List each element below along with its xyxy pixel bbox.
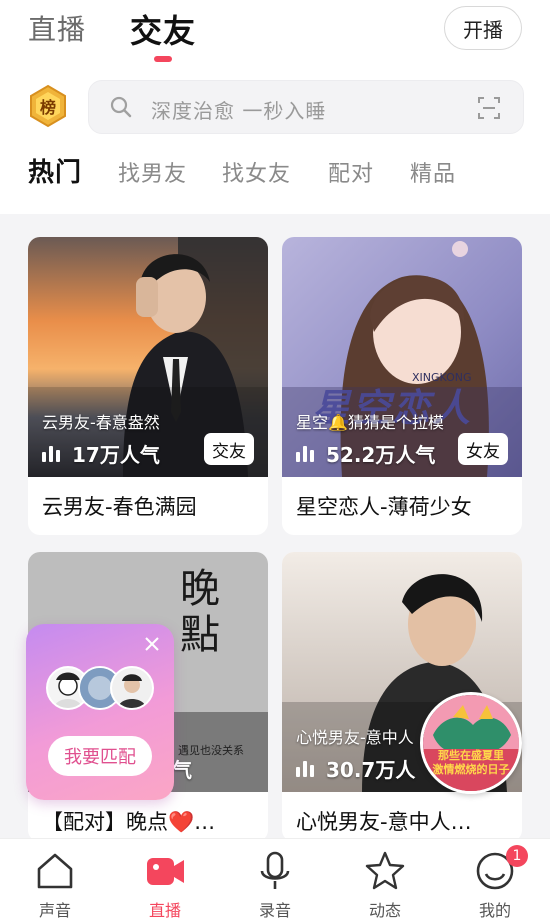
notification-badge: 1 bbox=[506, 845, 528, 867]
nav-mine[interactable]: 1 我的 bbox=[440, 845, 550, 921]
nav-moments[interactable]: 动态 bbox=[330, 849, 440, 921]
category-pairing[interactable]: 配对 bbox=[328, 156, 374, 188]
popularity-count: 30.7万人 bbox=[326, 758, 416, 782]
room-card[interactable]: 星空恋人 XINGKONG 星空🔔猜猜是个拉模 52.2万人气 女友 星空恋人-… bbox=[282, 237, 522, 535]
category-find-girlfriend[interactable]: 找女友 bbox=[222, 156, 291, 188]
close-icon[interactable] bbox=[144, 636, 160, 652]
room-tag: 女友 bbox=[458, 433, 508, 465]
popularity-count: 52.2万人气 bbox=[326, 443, 436, 467]
nav-sound[interactable]: 声音 bbox=[0, 849, 110, 921]
category-find-boyfriend[interactable]: 找男友 bbox=[118, 156, 187, 188]
nav-label: 我的 bbox=[478, 901, 511, 920]
nav-label: 直播 bbox=[148, 901, 181, 920]
cover-subtitle: XINGKONG bbox=[412, 371, 472, 384]
nav-label: 录音 bbox=[258, 901, 291, 920]
bottom-nav: 声音 直播 录音 动态 1 我的 bbox=[0, 838, 550, 924]
popularity-count: 17万人气 bbox=[72, 443, 160, 467]
room-name: 云男友-春色满园 bbox=[42, 495, 197, 519]
signal-bars-icon bbox=[42, 445, 62, 462]
scan-icon[interactable] bbox=[477, 96, 501, 120]
video-icon bbox=[147, 858, 184, 885]
house-icon bbox=[37, 853, 73, 889]
rank-badge-label: 榜 bbox=[39, 98, 56, 117]
category-selected[interactable]: 精品 bbox=[410, 156, 456, 188]
nav-label: 动态 bbox=[368, 901, 401, 920]
active-tab-indicator bbox=[154, 56, 172, 62]
microphone-icon bbox=[260, 851, 290, 889]
room-subtitle: 心悦男友-意中人 bbox=[296, 728, 414, 747]
nav-label: 声音 bbox=[38, 901, 71, 920]
signal-bars-icon bbox=[296, 445, 316, 462]
match-button[interactable]: 我要匹配 bbox=[48, 736, 152, 776]
match-popup: 我要匹配 bbox=[26, 624, 174, 800]
category-tabs: 热门 找男友 找女友 配对 精品 bbox=[0, 152, 550, 194]
promo-text: 那些在盛夏里 激情燃烧的日子 bbox=[432, 749, 510, 776]
tab-friends[interactable]: 交友 bbox=[130, 6, 196, 52]
top-header: 直播 交友 开播 榜 深度治愈 一秒入睡 热门 找男友 找女友 配对 精品 bbox=[0, 0, 550, 214]
nav-live[interactable]: 直播 bbox=[110, 849, 220, 921]
popularity: 30.7万人 bbox=[296, 754, 415, 783]
search-input[interactable]: 深度治愈 一秒入睡 bbox=[88, 80, 524, 134]
nav-record[interactable]: 录音 bbox=[220, 849, 330, 921]
star-icon bbox=[365, 851, 405, 890]
popularity: 气 bbox=[172, 754, 192, 783]
category-hot[interactable]: 热门 bbox=[28, 152, 82, 189]
start-live-button[interactable]: 开播 bbox=[444, 6, 522, 50]
room-tag: 交友 bbox=[204, 433, 254, 465]
room-subtitle: 星空🔔猜猜是个拉模 bbox=[296, 413, 444, 432]
room-card[interactable]: 云男友-春意盎然 17万人气 交友 云男友-春色满园 bbox=[28, 237, 268, 535]
room-name: 【配对】晚点❤️… bbox=[42, 810, 216, 834]
room-name: 星空恋人-薄荷少女 bbox=[296, 495, 472, 519]
signal-bars-icon bbox=[296, 760, 316, 777]
popularity: 52.2万人气 bbox=[296, 439, 435, 468]
popularity: 17万人气 bbox=[42, 439, 160, 468]
room-subtitle: 云男友-春意盎然 bbox=[42, 413, 160, 432]
rank-badge-icon[interactable]: 榜 bbox=[26, 84, 70, 128]
tab-live[interactable]: 直播 bbox=[28, 8, 86, 48]
search-placeholder: 深度治愈 一秒入睡 bbox=[151, 99, 327, 123]
cover-title: 晚點 bbox=[180, 566, 220, 658]
top-tabs: 直播 交友 开播 bbox=[0, 0, 550, 70]
promo-float-button[interactable]: 那些在盛夏里 激情燃烧的日子 bbox=[420, 692, 522, 794]
avatar bbox=[110, 666, 154, 710]
search-icon bbox=[110, 96, 132, 118]
popularity-count: 气 bbox=[172, 758, 192, 782]
room-name: 心悦男友-意中人… bbox=[296, 810, 472, 834]
